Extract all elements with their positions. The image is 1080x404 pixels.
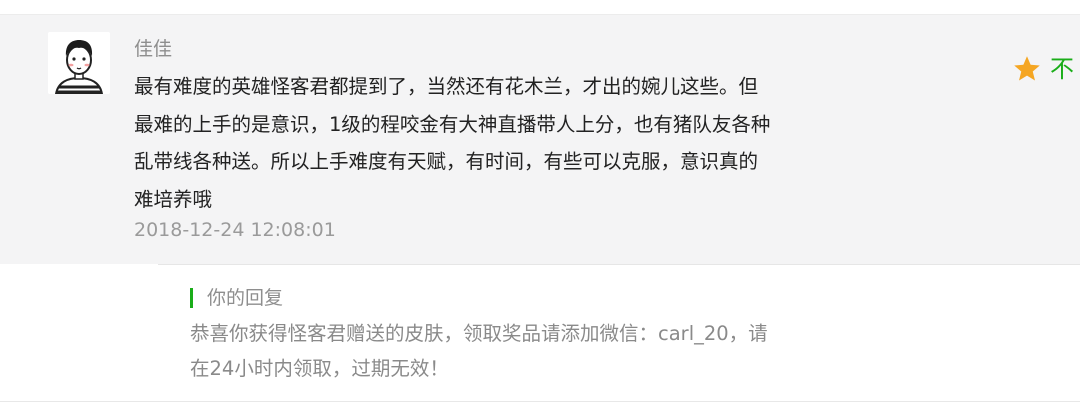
- like-button[interactable]: 不: [1012, 53, 1074, 85]
- reply-text: 恭喜你获得怪客君赠送的皮肤，领取奖品请添加微信：carl_20，请 在24小时内…: [190, 316, 890, 386]
- comment-card: 佳佳 最有难度的英雄怪客君都提到了，当然还有花木兰，才出的婉儿这些。但 最难的上…: [0, 15, 1080, 264]
- reply-label: 你的回复: [207, 287, 284, 309]
- cartoon-boy-avatar-icon: [48, 32, 110, 94]
- comment-line: 最有难度的英雄怪客君都提到了，当然还有花木兰，才出的婉儿这些。但: [134, 75, 759, 98]
- comment-timestamp: 2018-12-24 12:08:01: [134, 219, 336, 241]
- comment-line: 最难的上手的是意识，1级的程咬金有大神直播带人上分，也有猪队友各种: [134, 112, 771, 136]
- reply-accent-bar: [190, 288, 193, 308]
- comment-line: 难培养哦: [134, 187, 213, 211]
- comment-line: 乱带线各种送。所以上手难度有天赋，有时间，有些可以克服，意识真的: [134, 150, 759, 173]
- comment-author[interactable]: 佳佳: [134, 37, 172, 61]
- author-avatar[interactable]: [48, 32, 110, 94]
- comment-text: 最有难度的英雄怪客君都提到了，当然还有花木兰，才出的婉儿这些。但 最难的上手的是…: [134, 68, 864, 218]
- reply-line: 在24小时内领取，过期无效！: [190, 357, 449, 380]
- star-icon: [1014, 56, 1040, 81]
- reply-line: 恭喜你获得怪客君赠送的皮肤，领取奖品请添加微信：carl_20，请: [190, 322, 768, 345]
- like-label: 不: [1050, 55, 1074, 83]
- bottom-divider: [0, 401, 1080, 402]
- reply-divider: [158, 264, 1080, 265]
- reply-header: 你的回复: [190, 286, 283, 310]
